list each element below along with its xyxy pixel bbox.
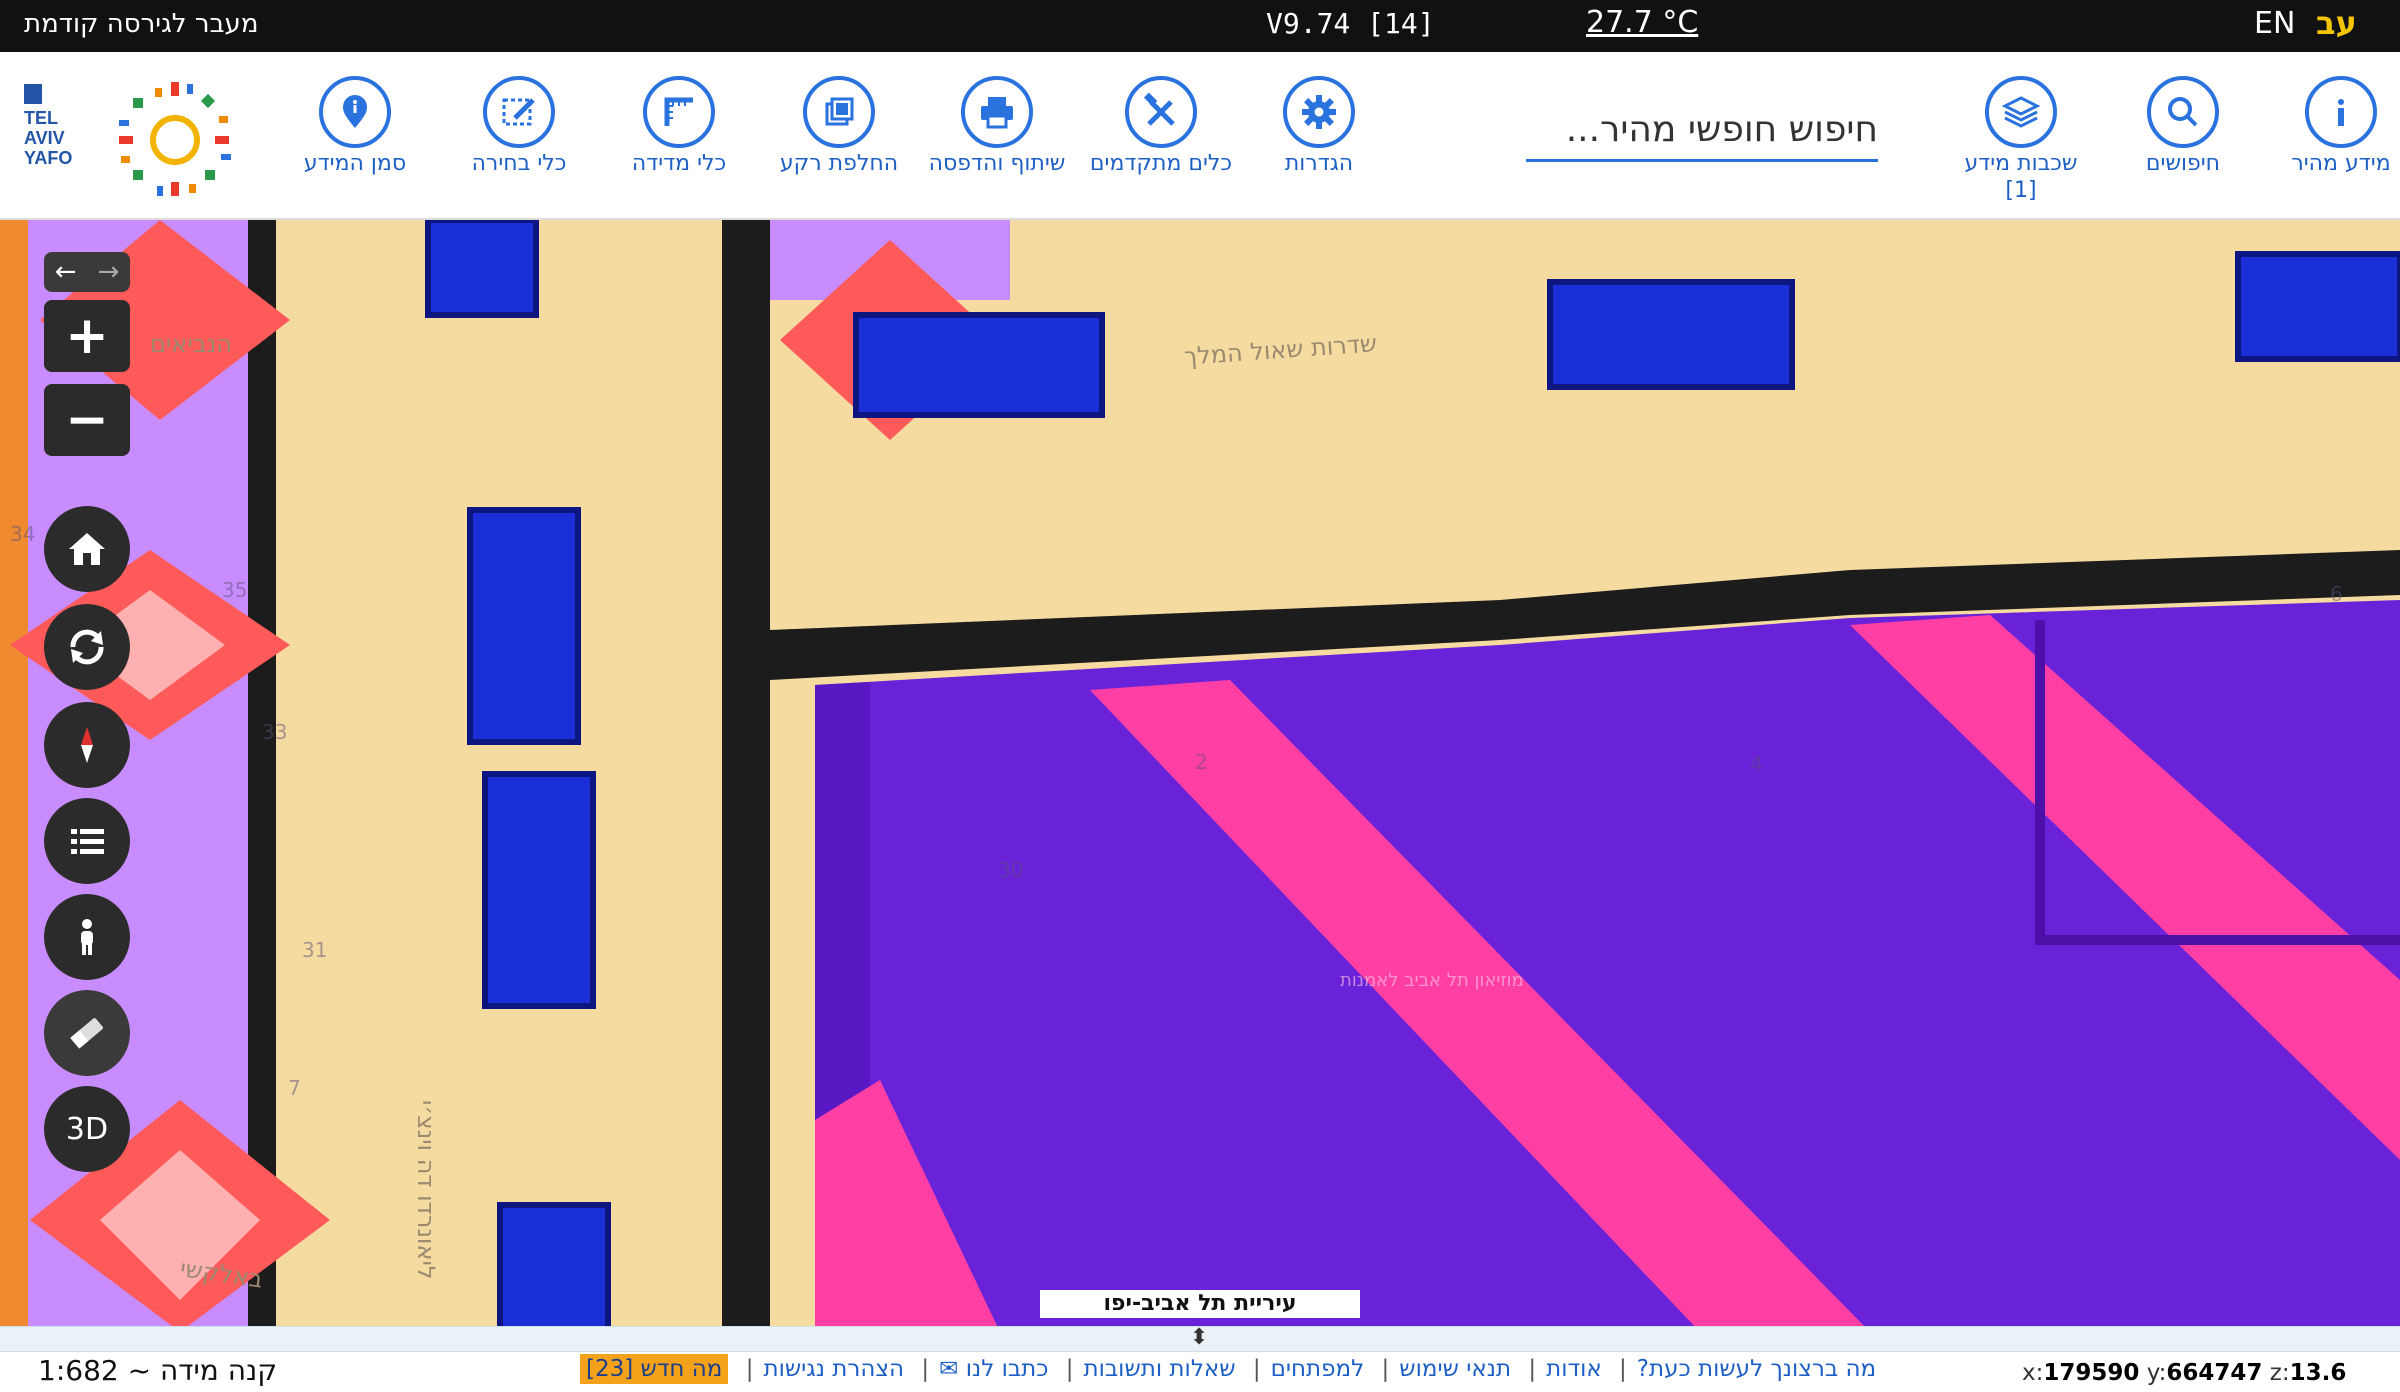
pin-icon bbox=[343, 95, 367, 128]
info-layers-button[interactable]: שכבות מידע [1] bbox=[1946, 76, 2096, 204]
pegman-icon bbox=[81, 919, 93, 955]
language-hebrew-button[interactable]: עב bbox=[2316, 4, 2357, 42]
refresh-icon bbox=[70, 629, 104, 665]
footer-link-contact[interactable]: כתבו לנו ✉ bbox=[939, 1356, 1048, 1382]
svg-text:AVIV: AVIV bbox=[24, 128, 65, 148]
map-history-arrows: ← → bbox=[44, 252, 130, 292]
parcel-number: 2 bbox=[1195, 750, 1208, 774]
quick-search-field[interactable] bbox=[1526, 100, 1878, 162]
previous-version-link[interactable]: מעבר לגירסה קודמת bbox=[24, 9, 258, 39]
home-icon bbox=[69, 533, 105, 565]
footer-link-about[interactable]: אודות bbox=[1546, 1356, 1602, 1382]
map-layers bbox=[0, 220, 2400, 1332]
forward-arrow-button[interactable]: → bbox=[87, 257, 130, 287]
svg-text:TEL: TEL bbox=[24, 108, 58, 128]
panel-splitter[interactable]: ⬍ bbox=[0, 1325, 2400, 1352]
basemap-switch-button[interactable]: החלפת רקע bbox=[764, 76, 914, 177]
coord-z: 13.6 bbox=[2289, 1360, 2347, 1386]
print-icon bbox=[981, 97, 1013, 129]
quick-info-button[interactable]: מידע מהיר bbox=[2266, 76, 2400, 177]
eraser-icon bbox=[70, 1018, 103, 1049]
map-attribution: עיריית תל אביב-יפו bbox=[1040, 1290, 1360, 1318]
parcel-number: 33 bbox=[262, 720, 288, 744]
clear-button[interactable] bbox=[44, 990, 130, 1076]
coordinates-readout: x:179590 y:664747 z:13.6 bbox=[2022, 1360, 2347, 1386]
street-label: ליאונרדו דה וינצ׳י bbox=[412, 1100, 440, 1280]
3d-view-button[interactable]: 3D bbox=[44, 1086, 130, 1172]
list-icon bbox=[71, 829, 104, 854]
parcel-number: 6 bbox=[2330, 582, 2343, 606]
map-canvas[interactable]: שדרות שאול המלך הנביאים ליאונרדו דה וינצ… bbox=[0, 220, 2400, 1332]
compass-icon bbox=[81, 727, 93, 763]
footer-link-what-to-do[interactable]: מה ברצונך לעשות כעת? bbox=[1637, 1356, 1876, 1382]
search-icon bbox=[2168, 97, 2198, 127]
legend-list-button[interactable] bbox=[44, 798, 130, 884]
parcel-number: 7 bbox=[288, 1076, 301, 1100]
street-view-button[interactable] bbox=[44, 894, 130, 980]
back-arrow-button[interactable]: ← bbox=[44, 257, 87, 287]
footer-bar: קנה מידה ~ 1:682 מה ברצונך לעשות כעת?| א… bbox=[0, 1352, 2400, 1392]
info-marker-button[interactable]: סמן המידע bbox=[280, 76, 430, 177]
coord-x: 179590 bbox=[2043, 1360, 2140, 1386]
quick-search-input[interactable] bbox=[1526, 100, 1878, 159]
footer-link-developers[interactable]: למפתחים bbox=[1271, 1356, 1365, 1382]
top-status-bar: מעבר לגירסה קודמת V9.74 [14] 27.7 °C EN … bbox=[0, 0, 2400, 52]
footer-link-terms[interactable]: תנאי שימוש bbox=[1399, 1356, 1511, 1382]
footer-link-accessibility[interactable]: הצהרת נגישות bbox=[763, 1356, 904, 1382]
coord-y: 664747 bbox=[2166, 1360, 2263, 1386]
zoom-out-button[interactable]: − bbox=[44, 384, 130, 456]
basemap-icon bbox=[825, 97, 854, 126]
parcel-number: 4 bbox=[1750, 752, 1763, 776]
street-label: הנביאים bbox=[150, 330, 232, 358]
main-toolbar: TEL AVIV YAFO מידע מהיר חיפושים שכבות מי… bbox=[0, 52, 2400, 220]
footer-links: מה ברצונך לעשות כעת?| אודות| תנאי שימוש|… bbox=[580, 1354, 1876, 1384]
share-print-button[interactable]: שיתוף והדפסה bbox=[922, 76, 1072, 177]
version-label: V9.74 [14] bbox=[1266, 7, 1435, 40]
measure-tools-button[interactable]: כלי מדידה bbox=[604, 76, 754, 177]
layers-icon bbox=[2001, 96, 2041, 128]
parcel-number: 30 bbox=[998, 858, 1024, 882]
temperature-link[interactable]: 27.7 °C bbox=[1586, 5, 1698, 40]
info-icon bbox=[2338, 99, 2344, 126]
map-scale: קנה מידה ~ 1:682 bbox=[38, 1354, 278, 1387]
zoom-in-button[interactable]: + bbox=[44, 300, 130, 372]
parcel-number: 31 bbox=[302, 938, 328, 962]
footer-link-faq[interactable]: שאלות ותשובות bbox=[1084, 1356, 1236, 1382]
language-english-button[interactable]: EN bbox=[2254, 6, 2295, 41]
svg-text:YAFO: YAFO bbox=[24, 148, 72, 168]
tel-aviv-logo[interactable]: TEL AVIV YAFO bbox=[20, 78, 246, 198]
tools-icon bbox=[1143, 92, 1175, 126]
select-icon bbox=[502, 98, 535, 126]
searches-button[interactable]: חיפושים bbox=[2108, 76, 2258, 177]
compass-button[interactable] bbox=[44, 702, 130, 788]
advanced-tools-button[interactable]: כלים מתקדמים bbox=[1086, 76, 1236, 177]
3d-label: 3D bbox=[65, 1111, 109, 1147]
resize-handle-icon[interactable]: ⬍ bbox=[1190, 1325, 1208, 1350]
settings-button[interactable]: הגדרות bbox=[1244, 76, 1394, 177]
gear-icon bbox=[1302, 95, 1336, 129]
home-button[interactable] bbox=[44, 506, 130, 592]
selection-tools-button[interactable]: כלי בחירה bbox=[444, 76, 594, 177]
road-edge bbox=[722, 220, 770, 1332]
refresh-button[interactable] bbox=[44, 604, 130, 690]
parcel-number: 34 bbox=[10, 522, 36, 546]
street-label: מוזיאון תל אביב לאמנות bbox=[1340, 970, 1524, 991]
parcel-number: 35 bbox=[222, 578, 248, 602]
ruler-icon bbox=[664, 97, 693, 126]
whats-new-badge[interactable]: מה חדש [23] bbox=[580, 1354, 729, 1384]
